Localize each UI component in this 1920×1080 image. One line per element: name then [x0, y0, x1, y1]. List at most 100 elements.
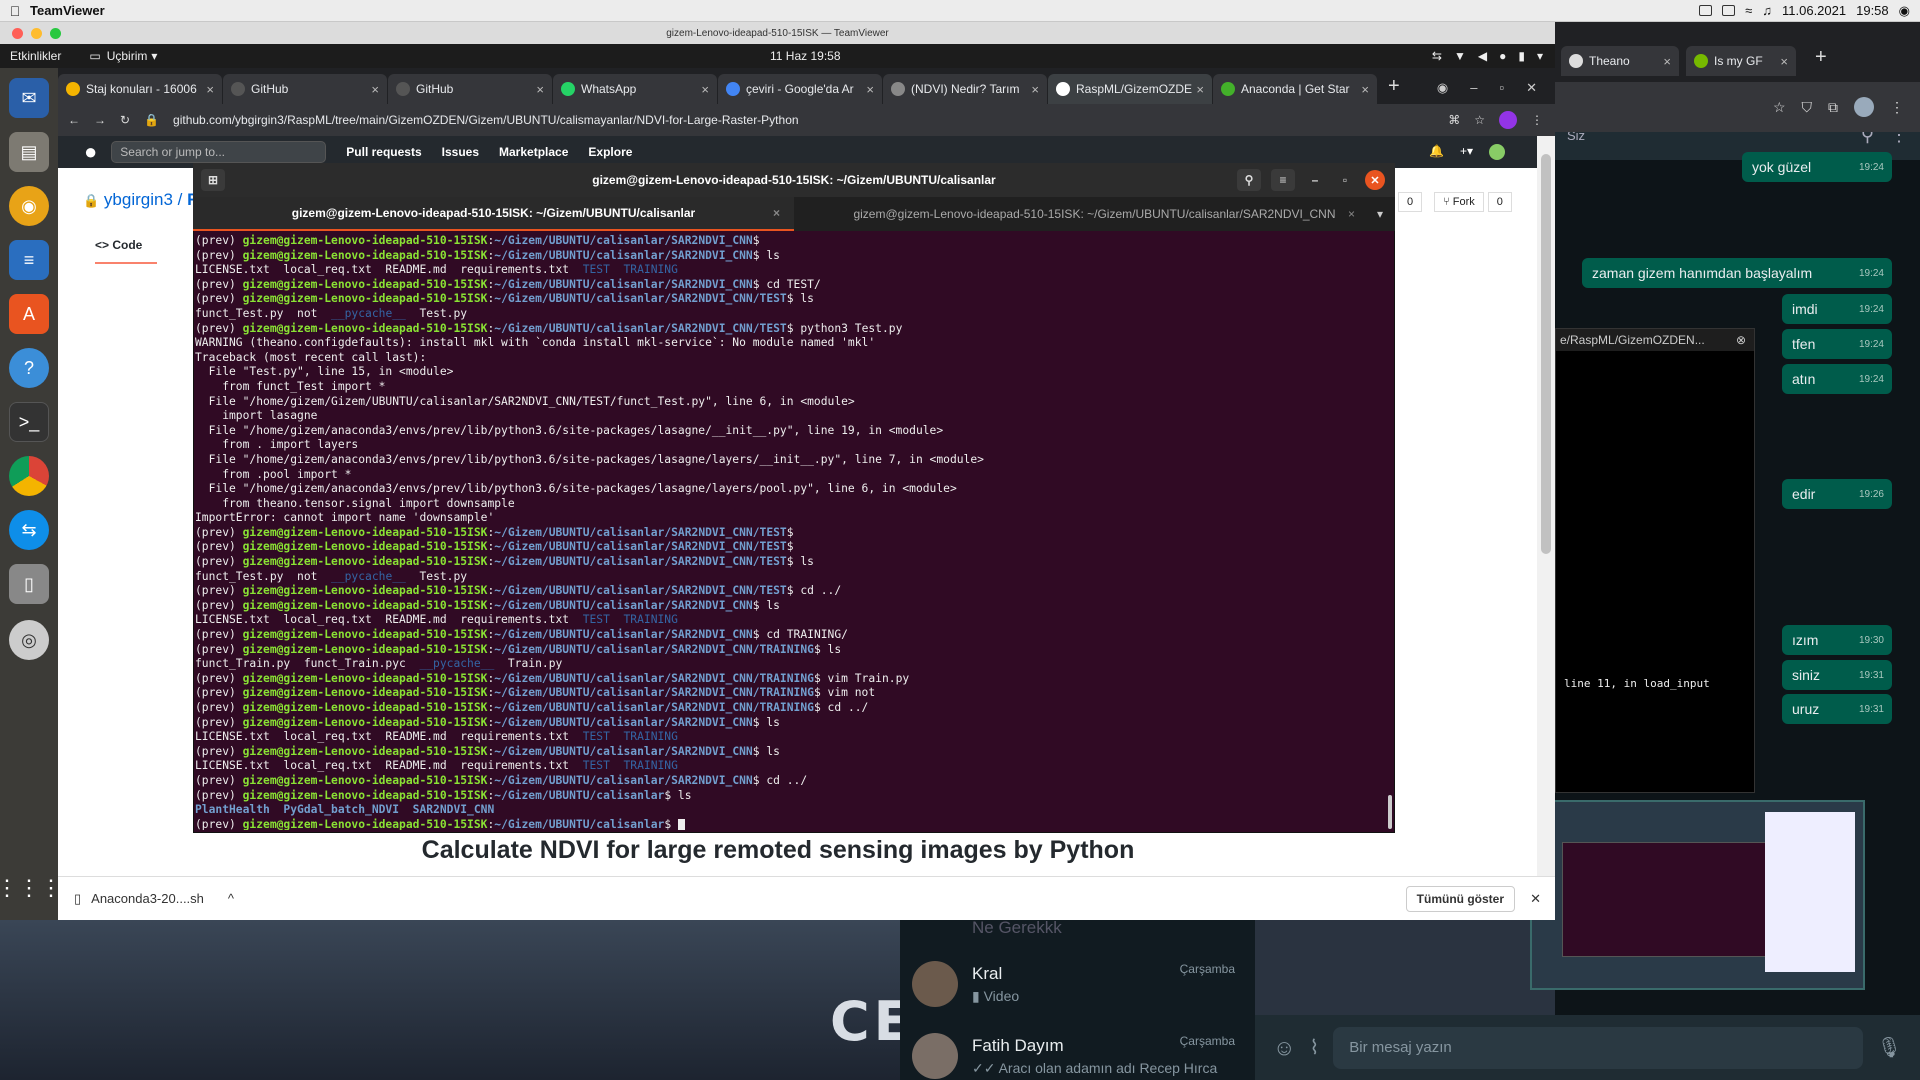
- overlay-tab[interactable]: e/RaspML/GizemOZDEN... ⊗: [1556, 329, 1754, 351]
- download-item[interactable]: ▯ Anaconda3-20....sh ^: [74, 891, 234, 907]
- tab-github-1[interactable]: GitHub ×: [223, 74, 387, 104]
- wifi-icon[interactable]: ▼: [1454, 49, 1466, 63]
- attach-icon[interactable]: ⌇: [1309, 1035, 1319, 1060]
- terminal-scrollbar[interactable]: [1388, 795, 1392, 829]
- control-center-icon[interactable]: ◉: [1899, 3, 1910, 19]
- terminal-tab-1[interactable]: gizem@gizem-Lenovo-ideapad-510-15ISK: ~/…: [193, 197, 794, 231]
- avatar[interactable]: [1489, 144, 1505, 160]
- minimize-icon[interactable]: –: [1305, 173, 1325, 187]
- drive-icon[interactable]: ▯: [9, 564, 49, 604]
- fork-button[interactable]: ⑂ Fork: [1434, 192, 1484, 212]
- more-icon[interactable]: ⋮: [1531, 113, 1543, 127]
- close-icon[interactable]: ×: [1663, 54, 1671, 69]
- message-input[interactable]: Bir mesaj yazın: [1333, 1026, 1863, 1069]
- chrome-icon[interactable]: [9, 456, 49, 496]
- tab-staj[interactable]: Staj konuları - 16006 ×: [58, 74, 222, 104]
- volume-icon[interactable]: ♫: [1762, 3, 1772, 18]
- bell-icon[interactable]: 🔔: [1429, 144, 1444, 160]
- repo-owner-link[interactable]: ybgirgin3: [104, 190, 173, 209]
- software-center-icon[interactable]: A: [9, 294, 49, 334]
- apple-icon[interactable]: : [0, 3, 30, 19]
- tab-code[interactable]: <> Code: [95, 238, 157, 264]
- files-icon[interactable]: ▤: [9, 132, 49, 172]
- star-icon[interactable]: ☆: [1773, 99, 1786, 116]
- more-icon[interactable]: ⋮: [1890, 99, 1904, 116]
- chevron-down-icon[interactable]: ▾: [1537, 49, 1543, 63]
- minimize-icon[interactable]: –: [1470, 80, 1477, 96]
- forward-icon[interactable]: →: [94, 113, 106, 127]
- back-icon[interactable]: ←: [68, 113, 80, 127]
- disc-icon[interactable]: ◎: [9, 620, 49, 660]
- avatar[interactable]: [1499, 111, 1517, 129]
- show-all-button[interactable]: Tümünü göster: [1405, 885, 1515, 912]
- close-icon[interactable]: ✕: [1530, 891, 1541, 907]
- github-logo-icon[interactable]: ●: [84, 139, 97, 165]
- maximize-icon[interactable]: ▫: [1499, 80, 1504, 96]
- thunderbird-icon[interactable]: ✉: [9, 78, 49, 118]
- writer-icon[interactable]: ≡: [9, 240, 49, 280]
- screen-thumbnail[interactable]: [1530, 800, 1865, 990]
- terminal-output[interactable]: (prev) gizem@gizem-Lenovo-ideapad-510-15…: [195, 234, 1385, 830]
- close-icon[interactable]: ✕: [1365, 170, 1385, 190]
- tab-anaconda[interactable]: Anaconda | Get Star ×: [1213, 74, 1377, 104]
- app-menu[interactable]: Uçbirim: [107, 49, 148, 63]
- maximize-icon[interactable]: [50, 27, 61, 39]
- shield-icon[interactable]: ⛉: [1802, 99, 1813, 116]
- close-icon[interactable]: [12, 27, 23, 39]
- chevron-down-icon[interactable]: ▾: [1377, 207, 1383, 221]
- tab-whatsapp[interactable]: WhatsApp ×: [553, 74, 717, 104]
- close-icon[interactable]: ×: [866, 82, 874, 97]
- url-field[interactable]: github.com/ybgirgin3/RaspML/tree/main/Gi…: [173, 113, 1434, 127]
- new-tab-icon[interactable]: +: [1815, 46, 1827, 76]
- close-icon[interactable]: ×: [206, 82, 214, 97]
- tab-search-icon[interactable]: ◉: [1437, 80, 1448, 96]
- github-search-input[interactable]: Search or jump to...: [111, 141, 327, 163]
- close-icon[interactable]: ×: [536, 82, 544, 97]
- app-name[interactable]: TeamViewer: [30, 3, 105, 18]
- battery-icon[interactable]: ▮: [1518, 49, 1525, 63]
- close-icon[interactable]: ×: [371, 82, 379, 97]
- show-apps-icon[interactable]: ⋮⋮⋮: [0, 868, 62, 908]
- nav-issues[interactable]: Issues: [442, 145, 479, 159]
- close-icon[interactable]: ✕: [1526, 80, 1537, 96]
- activities-button[interactable]: Etkinlikler: [10, 49, 61, 63]
- wifi-icon[interactable]: ≈: [1745, 3, 1752, 18]
- teamviewer-icon[interactable]: ⇆: [1432, 49, 1442, 63]
- microphone-icon[interactable]: ●: [1499, 49, 1506, 63]
- chevron-down-icon[interactable]: ▾: [151, 49, 157, 63]
- fork-count[interactable]: 0: [1487, 192, 1512, 212]
- tab-is-my-gf[interactable]: Is my GF ×: [1686, 46, 1796, 76]
- terminal-tab-2[interactable]: gizem@gizem-Lenovo-ideapad-510-15ISK: ~/…: [794, 197, 1395, 231]
- tab-ceviri[interactable]: çeviri - Google'da Ar ×: [718, 74, 882, 104]
- plus-icon[interactable]: +▾: [1460, 144, 1473, 160]
- avatar[interactable]: [1854, 97, 1874, 117]
- list-item[interactable]: Fatih Dayım ✓✓ Aracı olan adamın adı Rece…: [900, 1020, 1255, 1080]
- translate-icon[interactable]: ⌘: [1448, 113, 1460, 127]
- extension-icon[interactable]: ⧉: [1828, 99, 1838, 116]
- close-icon[interactable]: ×: [701, 82, 709, 97]
- close-icon[interactable]: ⊗: [1736, 333, 1746, 347]
- ubuntu-clock[interactable]: 11 Haz 19:58: [770, 49, 841, 63]
- star-icon[interactable]: ☆: [1474, 113, 1485, 127]
- new-tab-icon[interactable]: +: [1388, 75, 1400, 98]
- search-icon[interactable]: ⚲: [1237, 169, 1261, 191]
- list-item[interactable]: Kral ▮ Video Çarşamba: [900, 948, 1255, 1020]
- new-tab-icon[interactable]: ⊞: [201, 169, 225, 191]
- close-icon[interactable]: ×: [1780, 54, 1788, 69]
- tab-raspml[interactable]: RaspML/GizemOZDEN ×: [1048, 74, 1212, 104]
- close-icon[interactable]: ×: [1031, 82, 1039, 97]
- help-icon[interactable]: ?: [9, 348, 49, 388]
- close-icon[interactable]: ×: [1348, 207, 1355, 221]
- tab-github-2[interactable]: GitHub ×: [388, 74, 552, 104]
- chevron-up-icon[interactable]: ^: [228, 891, 234, 906]
- minimize-icon[interactable]: [31, 27, 42, 39]
- close-icon[interactable]: ×: [1196, 82, 1204, 97]
- battery-icon[interactable]: [1722, 5, 1736, 16]
- close-icon[interactable]: ×: [1361, 82, 1369, 97]
- nav-pull-requests[interactable]: Pull requests: [346, 145, 421, 159]
- tab-ndvi[interactable]: (NDVI) Nedir? Tarım ×: [883, 74, 1047, 104]
- menu-icon[interactable]: ≡: [1271, 169, 1295, 191]
- volume-icon[interactable]: ◀: [1478, 49, 1487, 63]
- page-scrollbar[interactable]: [1537, 136, 1555, 876]
- microphone-icon[interactable]: 🎙: [1877, 1035, 1902, 1060]
